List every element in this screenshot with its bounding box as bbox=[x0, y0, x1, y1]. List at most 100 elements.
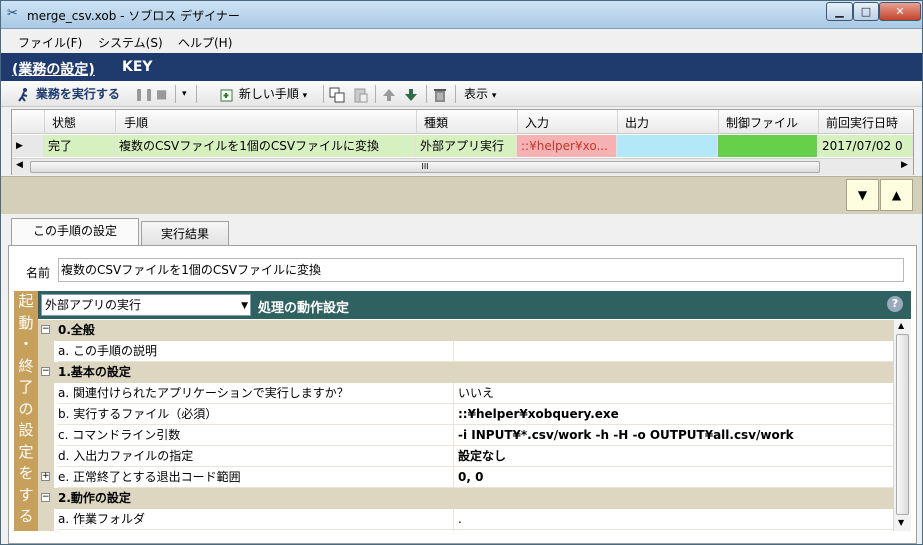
menu-help[interactable]: ヘルプ(H) bbox=[178, 34, 232, 51]
cell-step[interactable]: 複数のCSVファイルを1個のCSVファイルに変換 bbox=[115, 135, 416, 157]
mode-select[interactable]: 外部アプリの実行 ▼ bbox=[41, 294, 251, 316]
side-label-char: 定 bbox=[18, 442, 34, 461]
table-row[interactable]: ▶ 完了 複数のCSVファイルを1個のCSVファイルに変換 外部アプリ実行 ::… bbox=[12, 135, 913, 157]
vscroll-thumb[interactable] bbox=[896, 334, 909, 515]
col-last-run[interactable]: 前回実行日時 bbox=[826, 114, 898, 131]
side-label-char: を bbox=[18, 464, 34, 482]
row-gutter bbox=[38, 530, 54, 531]
category-label: 2.動作の設定 bbox=[58, 491, 131, 505]
settings-pane: 名前 複数のCSVファイルを1個のCSVファイルに変換 起動・終了の設定をする … bbox=[8, 245, 917, 544]
scroll-down-icon[interactable]: ▼ bbox=[898, 518, 904, 527]
property-value[interactable]: . bbox=[454, 509, 893, 530]
reorder-area: ▼ ▲ bbox=[1, 176, 922, 214]
arrow-down-icon bbox=[405, 88, 417, 101]
cell-input[interactable]: ::¥helper¥xo... bbox=[517, 135, 617, 157]
move-step-up-button[interactable]: ▲ bbox=[880, 179, 913, 211]
vertical-scrollbar[interactable]: ▲ ▼ bbox=[893, 320, 911, 531]
section-title: 処理の動作設定 bbox=[258, 301, 350, 316]
tab-step-settings[interactable]: この手順の設定 bbox=[11, 218, 139, 246]
run-business-button[interactable]: 業務を実行する bbox=[16, 85, 120, 103]
property-name: e. 正常終了とする退出コード範囲 bbox=[58, 467, 454, 488]
expand-icon[interactable]: + bbox=[41, 472, 50, 481]
help-icon[interactable]: ? bbox=[887, 296, 903, 312]
property-category[interactable]: −0.全般 bbox=[38, 320, 893, 341]
delete-step-button[interactable] bbox=[432, 85, 448, 103]
stop-button[interactable]: ■ bbox=[156, 85, 167, 103]
chevron-down-icon: ▼ bbox=[241, 301, 248, 311]
scroll-thumb[interactable]: III bbox=[30, 161, 820, 173]
move-up-button[interactable] bbox=[381, 85, 397, 103]
property-row[interactable]: + e. 正常終了とする退出コード範囲 0, 0 bbox=[38, 467, 893, 488]
trash-icon bbox=[434, 88, 446, 102]
close-button[interactable]: ✕ bbox=[879, 2, 921, 21]
property-row[interactable]: a. 作業フォルダ. bbox=[38, 509, 893, 530]
property-row[interactable]: d. 入出力ファイルの指定 設定なし bbox=[38, 446, 893, 467]
copy-icon bbox=[329, 87, 345, 102]
property-value[interactable]: いいえ bbox=[454, 530, 893, 531]
display-label: 表示 bbox=[464, 87, 489, 101]
property-row[interactable]: a. 関連付けられたアプリケーションで実行しますか？ いいえ bbox=[38, 383, 893, 404]
row-gutter bbox=[38, 383, 54, 404]
property-value[interactable]: -i INPUT¥*.csv/work -h -H -o OUTPUT¥all.… bbox=[454, 425, 893, 446]
col-kind[interactable]: 種類 bbox=[424, 114, 448, 131]
col-control-file[interactable]: 制御ファイル bbox=[726, 114, 798, 131]
business-header: (業務の設定) KEY bbox=[1, 53, 922, 81]
grid-header: 状態 手順 種類 入力 出力 制御ファイル 前回実行日時 bbox=[12, 110, 913, 134]
cell-output[interactable] bbox=[617, 135, 718, 157]
side-label-char: す bbox=[18, 485, 34, 504]
property-category[interactable]: −2.動作の設定 bbox=[38, 488, 893, 509]
move-step-down-button[interactable]: ▼ bbox=[846, 179, 879, 211]
name-field[interactable]: 複数のCSVファイルを1個のCSVファイルに変換 bbox=[58, 258, 904, 282]
property-row[interactable]: b. 実行するファイル（必須）::¥helper¥xobquery.exe bbox=[38, 404, 893, 425]
cell-control-file[interactable] bbox=[718, 135, 818, 157]
cell-status[interactable]: 完了 bbox=[44, 135, 115, 157]
row-gutter bbox=[38, 404, 54, 425]
new-step-button[interactable]: 新しい手順 ▾ bbox=[219, 85, 307, 103]
property-name: a. 作業フォルダ bbox=[58, 509, 454, 530]
horizontal-scrollbar[interactable]: ◀ III ▶ bbox=[12, 158, 913, 175]
cell-kind[interactable]: 外部アプリ実行 bbox=[416, 135, 517, 157]
col-input[interactable]: 入力 bbox=[525, 114, 549, 131]
maximize-button[interactable]: □ bbox=[853, 2, 879, 21]
start-end-settings-tab[interactable]: 起動・終了の設定をする bbox=[14, 291, 38, 531]
scroll-right-icon[interactable]: ▶ bbox=[901, 160, 908, 170]
col-status[interactable]: 状態 bbox=[52, 114, 76, 131]
copy-step-button[interactable] bbox=[329, 85, 345, 103]
category-label: 1.基本の設定 bbox=[58, 365, 131, 379]
collapse-icon[interactable]: − bbox=[41, 493, 50, 502]
collapse-icon[interactable]: − bbox=[41, 367, 50, 376]
property-value[interactable]: 設定なし bbox=[454, 446, 893, 467]
property-category[interactable]: −1.基本の設定 bbox=[38, 362, 893, 383]
menu-file[interactable]: ファイル(F) bbox=[18, 34, 82, 51]
side-label-char: 終 bbox=[18, 356, 34, 375]
run-dropdown-button[interactable]: ▾ bbox=[182, 85, 187, 103]
col-output[interactable]: 出力 bbox=[625, 114, 649, 131]
side-label-char: 設 bbox=[18, 421, 34, 439]
tab-results[interactable]: 実行結果 bbox=[141, 221, 229, 246]
scroll-left-icon[interactable]: ◀ bbox=[16, 160, 23, 170]
property-name: d. 入出力ファイルの指定 bbox=[58, 446, 454, 467]
property-value[interactable]: 0, 0 bbox=[454, 467, 893, 488]
title-bar: ✂ merge_csv.xob - ソブロス デザイナー ▁ □ ✕ bbox=[1, 1, 922, 29]
scroll-up-icon[interactable]: ▲ bbox=[898, 321, 904, 330]
cell-last-run[interactable]: 2017/07/02 0 bbox=[818, 135, 913, 157]
property-header: 外部アプリの実行 ▼ 処理の動作設定 ? bbox=[38, 291, 911, 319]
col-step[interactable]: 手順 bbox=[124, 114, 148, 131]
display-menu-button[interactable]: 表示 ▾ bbox=[464, 85, 496, 103]
minimize-button[interactable]: ▁ bbox=[826, 2, 853, 21]
property-value[interactable] bbox=[454, 341, 893, 362]
property-name: a. 関連付けられたアプリケーションで実行しますか？ bbox=[58, 383, 454, 404]
menu-system[interactable]: システム(S) bbox=[98, 34, 163, 51]
collapse-icon[interactable]: − bbox=[41, 325, 50, 334]
property-row[interactable]: b. 終了を待たずに完了とする？いいえ bbox=[38, 530, 893, 531]
paste-step-button[interactable] bbox=[353, 85, 369, 103]
property-row[interactable]: c. コマンドライン引数 -i INPUT¥*.csv/work -h -H -o… bbox=[38, 425, 893, 446]
move-down-button[interactable] bbox=[403, 85, 419, 103]
property-row[interactable]: a. この手順の説明 bbox=[38, 341, 893, 362]
mode-select-value: 外部アプリの実行 bbox=[45, 298, 142, 312]
property-name: b. 終了を待たずに完了とする？ bbox=[58, 530, 454, 531]
property-value[interactable]: ::¥helper¥xobquery.exe bbox=[454, 404, 893, 425]
property-value[interactable]: いいえ bbox=[454, 383, 893, 404]
business-settings-link[interactable]: (業務の設定) bbox=[12, 59, 95, 79]
pause-button[interactable]: ❚❚ bbox=[134, 85, 154, 103]
